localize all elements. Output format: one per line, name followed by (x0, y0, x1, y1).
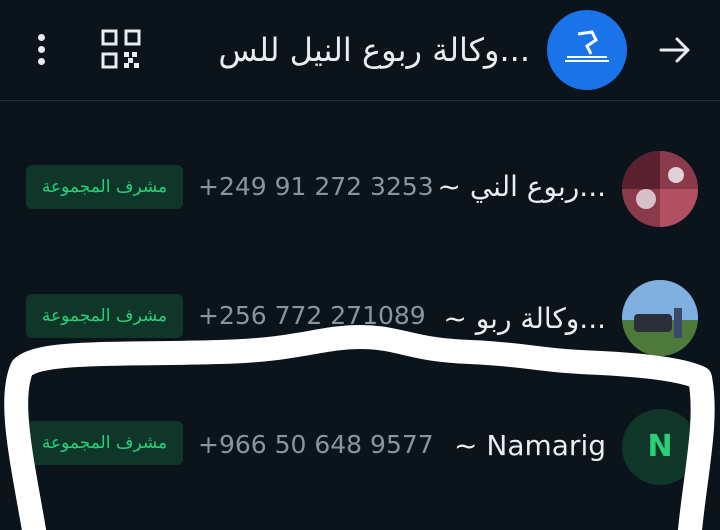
back-button[interactable] (655, 30, 695, 70)
qr-code-icon (101, 29, 141, 69)
member-avatar[interactable]: N (622, 409, 698, 485)
group-title[interactable]: وكالة ربوع النيل للس... (180, 28, 530, 72)
menu-dot (38, 34, 45, 41)
member-phone: +966 50 648 9577 (198, 430, 434, 459)
member-name: ~ وكالة ربو... (443, 302, 606, 335)
member-row[interactable]: مشرف المجموعة +249 91 272 3253 ~ ربوع ال… (0, 133, 720, 243)
menu-dot (38, 58, 45, 65)
arrow-forward-icon (659, 37, 690, 63)
member-name: ~ Namarig (454, 429, 606, 462)
group-avatar[interactable] (547, 10, 627, 90)
group-logo-icon (565, 30, 609, 62)
member-avatar[interactable] (622, 151, 698, 227)
qr-code-button[interactable] (100, 28, 142, 70)
admin-badge: مشرف المجموعة (26, 294, 183, 338)
avatar-photo (622, 280, 698, 356)
more-options-button[interactable] (28, 30, 56, 70)
admin-badge: مشرف المجموعة (26, 421, 183, 465)
admin-badge: مشرف المجموعة (26, 165, 183, 209)
member-phone: +249 91 272 3253 (198, 172, 434, 201)
menu-dot (38, 46, 45, 53)
chat-info-header: وكالة ربوع النيل للس... (0, 0, 720, 101)
member-row[interactable]: مشرف المجموعة +966 50 648 9577 ~ Namarig… (0, 391, 720, 501)
member-avatar[interactable] (622, 280, 698, 356)
member-name: ~ ربوع الني... (437, 170, 606, 203)
avatar-photo (622, 151, 698, 227)
member-row[interactable]: مشرف المجموعة +256 772 271089 ~ وكالة رب… (0, 262, 720, 372)
member-phone: +256 772 271089 (198, 301, 426, 330)
